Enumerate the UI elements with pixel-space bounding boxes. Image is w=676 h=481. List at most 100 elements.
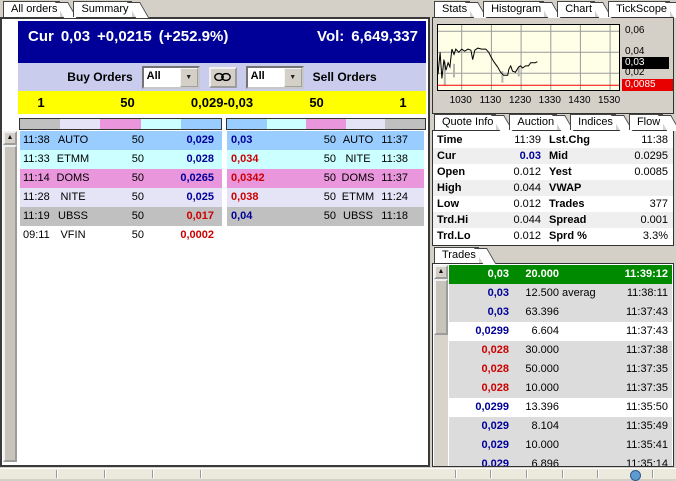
connection-globe-icon[interactable] [630,470,641,481]
trade-row[interactable]: 0,028 50.000 11:37:35 [449,360,672,379]
quote-field-value: 0.012 [513,166,541,178]
y-axis-tick-label: 0,0085 [622,79,673,92]
order-price: 0,04 [231,210,253,222]
tab-histogram[interactable]: Histogram [483,1,545,17]
trade-row[interactable]: 0,0299 6.604 11:37:43 [449,322,672,341]
order-price: 0,038 [231,191,259,203]
tab-label: Stats [442,3,468,15]
chevron-down-icon[interactable]: ▼ [179,67,198,87]
tab-trades[interactable]: Trades [434,247,479,263]
tab-all-orders[interactable]: All orders [3,1,61,17]
chart-x-axis: 1030 1130 1230 1330 1430 1530 [433,95,625,107]
scroll-up-button[interactable]: ▲ [434,265,448,279]
trade-row[interactable]: 0,03 12.500 averag 11:38:11 [449,284,672,303]
y-axis-tick-label: 0,02 [625,67,645,79]
trade-quantity: 20.000 [525,268,559,280]
trade-quantity: 12.500 [525,287,559,299]
x-axis-tick-label: 1230 [508,95,532,106]
status-separator [597,470,598,478]
quote-field-value: 3.3% [642,230,668,242]
order-view-tabs: All orders Summary [3,1,145,17]
trades-scrollbar[interactable]: ▲ [434,265,448,466]
buy-order-row[interactable]: 11:14 DOMS 50 0,0265 [20,169,222,188]
legend-color-segment [345,119,386,129]
trade-quantity: 8.104 [531,420,559,432]
market-maker: ETMM [56,153,90,165]
trade-row[interactable]: 0,0299 13.396 11:35:50 [449,398,672,417]
order-time: 11:24 [381,191,408,203]
sell-order-row[interactable]: 0,038 50 ETMM 11:24 [227,188,424,207]
trade-row[interactable]: 0,029 10.000 11:35:41 [449,436,672,455]
x-axis-tick-label: 1130 [479,95,502,106]
order-time: 11:19 [23,210,50,222]
tab-label: Indices [578,116,613,128]
buy-order-row[interactable]: 11:33 ETMM 50 0,028 [20,150,222,169]
order-price: 0,028 [186,153,214,165]
quote-field-label: Open [437,166,466,178]
trade-flag [559,436,598,455]
trade-row[interactable]: 0,028 30.000 11:37:38 [449,341,672,360]
trade-row[interactable]: 0,028 10.000 11:37:35 [449,379,672,398]
tab-flow[interactable]: Flow [628,114,664,130]
tab-chart[interactable]: Chart [557,1,596,17]
trade-price: 0,03 [487,268,509,280]
status-separator [490,470,491,478]
order-time: 09:11 [23,229,50,241]
order-time: 11:28 [23,191,50,203]
tab-quote-info[interactable]: Quote Info [434,114,497,130]
tab-summary[interactable]: Summary [73,1,132,17]
quote-info-row: High 0.044 VWAP [433,180,673,196]
sell-orders-filter-select[interactable]: All ▼ [245,65,304,89]
buy-order-row[interactable]: 09:11 VFIN 50 0,0002 [20,226,222,245]
order-time: 11:38 [23,134,50,146]
tab-stats[interactable]: Stats [434,1,471,17]
order-size: 50 [323,210,336,222]
order-size: 50 [131,191,144,203]
chart-panel: 1030 1130 1230 1330 1430 1530 0,06 0,04 0,03 0,0… [432,17,674,114]
buy-order-row[interactable]: 11:19 UBSS 50 0,017 [20,207,222,226]
tab-auction[interactable]: Auction [509,114,558,130]
trade-row[interactable]: 0,03 20.000 11:39:12 [449,265,672,284]
order-price: 0,017 [186,210,214,222]
scrollbar-thumb[interactable] [434,279,448,335]
tab-indices[interactable]: Indices [570,114,616,130]
scroll-up-button[interactable]: ▲ [3,131,17,145]
buy-orders-filter-select[interactable]: All ▼ [141,65,200,89]
link-sides-button[interactable] [208,66,237,88]
trade-row[interactable]: 0,029 8.104 11:35:49 [449,417,672,436]
sell-order-row[interactable]: 0,0342 50 DOMS 11:37 [227,169,424,188]
trade-row[interactable]: 0,03 63.396 11:37:43 [449,303,672,322]
quote-field-value [599,180,673,196]
quote-field-value: 0.0295 [634,150,668,162]
status-separator [652,470,653,478]
trade-flag [559,417,598,436]
trade-row[interactable]: 0,029 6.896 11:35:14 [449,455,672,466]
scrollbar-thumb[interactable] [3,145,17,462]
volume-value: 6,649,337 [351,28,418,45]
trade-time: 11:39:12 [624,268,668,280]
best-ask-price: 0,03 [227,95,254,110]
order-size: 50 [323,191,336,203]
trade-quantity: 10.000 [525,382,559,394]
sell-order-row[interactable]: 0,034 50 NITE 11:38 [227,150,424,169]
buy-orders-label: Buy Orders [67,70,133,84]
up-arrow-icon: ▲ [437,268,445,275]
order-price: 0,0265 [180,172,214,184]
market-maker: UBSS [343,210,373,222]
order-book-scrollbar[interactable]: ▲ [3,131,17,462]
chevron-down-icon[interactable]: ▼ [283,67,302,87]
quote-field-label: Time [437,134,463,146]
market-maker: AUTO [57,134,89,146]
status-separator [200,470,201,478]
scrollbar-track[interactable] [434,335,448,466]
tab-tickscope[interactable]: TickScope [608,1,671,17]
sell-depth-legend [226,118,426,130]
quote-field-value: 0.03 [519,150,541,162]
ask-size: 50 [309,95,324,110]
tab-label: All orders [11,3,58,15]
buy-order-row[interactable]: 11:38 AUTO 50 0,029 [20,131,222,150]
trade-price: 0,03 [487,306,509,318]
buy-order-row[interactable]: 11:28 NITE 50 0,025 [20,188,222,207]
sell-order-row[interactable]: 0,03 50 AUTO 11:37 [227,131,424,150]
sell-order-row[interactable]: 0,04 50 UBSS 11:18 [227,207,424,226]
